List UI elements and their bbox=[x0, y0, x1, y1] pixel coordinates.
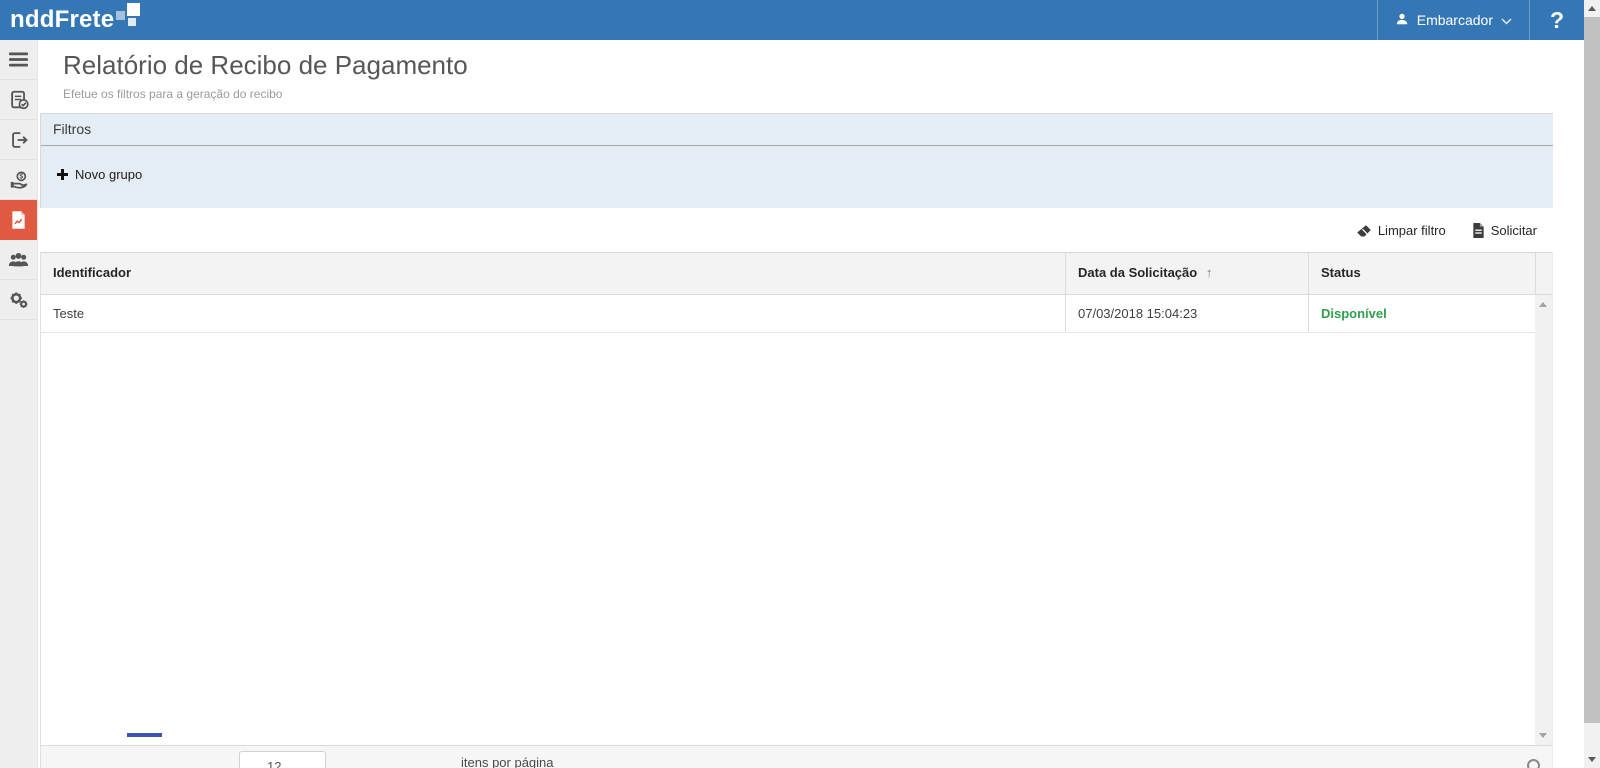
sidebar-item-reports-active[interactable] bbox=[0, 200, 37, 240]
users-icon bbox=[7, 249, 30, 271]
clear-filter-button[interactable]: Limpar filtro bbox=[1356, 223, 1446, 238]
page-head: Relatório de Recibo de Pagamento Efetue … bbox=[38, 40, 1584, 113]
user-icon bbox=[1395, 12, 1409, 29]
page-title: Relatório de Recibo de Pagamento bbox=[63, 50, 468, 80]
scrollbar-thumb[interactable] bbox=[1584, 17, 1600, 723]
solicitar-button[interactable]: Solicitar bbox=[1472, 223, 1537, 238]
pager-bar: 12 itens por página bbox=[41, 745, 1552, 768]
table-row[interactable]: Teste 07/03/2018 15:04:23 Disponível bbox=[41, 295, 1552, 333]
sidebar-item-orders[interactable] bbox=[0, 80, 37, 120]
app-header: nddFrete Embarcador ? bbox=[0, 0, 1584, 40]
report-icon bbox=[8, 209, 29, 231]
page-size-label: itens por página bbox=[461, 755, 554, 768]
column-label: Data da Solicitação bbox=[1078, 265, 1198, 280]
sidebar-item-users[interactable] bbox=[0, 240, 37, 280]
window-scrollbar[interactable] bbox=[1584, 0, 1600, 768]
page-subtitle: Efetue os filtros para a geração do reci… bbox=[63, 87, 283, 101]
brand-text: nddFrete bbox=[10, 6, 115, 33]
money-hand-icon: $ bbox=[8, 169, 30, 191]
cell-identificador: Teste bbox=[53, 306, 85, 321]
sidebar-item-export[interactable] bbox=[0, 120, 37, 160]
column-header-data-solicitacao[interactable]: Data da Solicitação ↑ bbox=[1065, 253, 1308, 294]
cell-data-solicitacao: 07/03/2018 15:04:23 bbox=[1065, 295, 1308, 332]
sidebar: $ bbox=[0, 40, 38, 768]
results-grid: Identificador Data da Solicitação ↑ Stat… bbox=[40, 252, 1553, 768]
page-size-select[interactable]: 12 bbox=[239, 751, 326, 768]
sidebar-item-settings[interactable] bbox=[0, 280, 37, 320]
brand-squares-icon bbox=[116, 3, 142, 29]
solicitar-label: Solicitar bbox=[1490, 223, 1537, 238]
scrollbar-up-button[interactable] bbox=[1584, 0, 1600, 17]
main-content: Relatório de Recibo de Pagamento Efetue … bbox=[38, 40, 1584, 768]
sort-asc-icon: ↑ bbox=[1205, 265, 1213, 280]
scroll-up-arrow-icon[interactable] bbox=[1539, 302, 1547, 307]
column-label: Identificador bbox=[53, 265, 132, 280]
gears-icon bbox=[8, 289, 30, 311]
column-header-status[interactable]: Status bbox=[1308, 253, 1535, 294]
new-group-button[interactable]: Novo grupo bbox=[57, 167, 142, 182]
scroll-down-arrow-icon[interactable] bbox=[1539, 733, 1547, 738]
selected-page-indicator bbox=[127, 733, 162, 737]
plus-icon bbox=[57, 169, 68, 180]
status-badge: Disponível bbox=[1308, 295, 1552, 332]
grid-body: Teste 07/03/2018 15:04:23 Disponível bbox=[41, 295, 1552, 745]
column-label: Status bbox=[1321, 265, 1361, 280]
eraser-icon bbox=[1356, 224, 1372, 238]
export-icon bbox=[8, 129, 30, 151]
chevron-down-icon bbox=[1501, 12, 1512, 28]
scrollbar-down-button[interactable] bbox=[1584, 751, 1600, 768]
clear-filter-label: Limpar filtro bbox=[1377, 223, 1446, 238]
app-logo: nddFrete bbox=[0, 0, 142, 40]
hamburger-icon bbox=[9, 52, 28, 67]
user-menu[interactable]: Embarcador bbox=[1376, 0, 1530, 40]
sidebar-item-menu-toggle[interactable] bbox=[0, 40, 37, 80]
grid-header-spacer bbox=[1535, 253, 1552, 294]
user-menu-label: Embarcador bbox=[1416, 12, 1493, 28]
document-icon bbox=[1472, 223, 1485, 238]
actions-row: Limpar filtro Solicitar bbox=[38, 208, 1553, 252]
column-header-identificador[interactable]: Identificador bbox=[41, 253, 1065, 294]
grid-header: Identificador Data da Solicitação ↑ Stat… bbox=[41, 253, 1552, 295]
filters-panel-title: Filtros bbox=[41, 114, 1553, 146]
grid-vertical-scrollbar[interactable] bbox=[1535, 295, 1552, 745]
svg-text:$: $ bbox=[19, 173, 23, 180]
sidebar-item-payments[interactable]: $ bbox=[0, 160, 37, 200]
filters-panel: Filtros Novo grupo bbox=[40, 113, 1553, 208]
clipboard-check-icon bbox=[8, 89, 30, 111]
filters-panel-body: Novo grupo bbox=[41, 146, 1553, 208]
refresh-icon[interactable] bbox=[1527, 759, 1540, 768]
help-button[interactable]: ? bbox=[1530, 7, 1584, 34]
new-group-label: Novo grupo bbox=[75, 167, 143, 182]
